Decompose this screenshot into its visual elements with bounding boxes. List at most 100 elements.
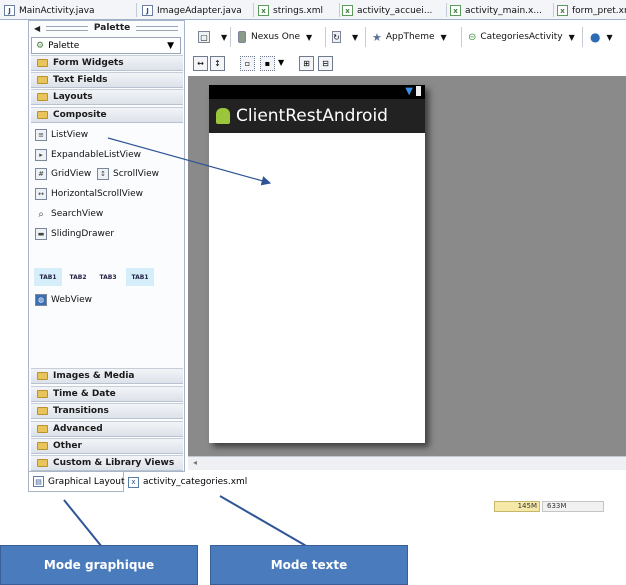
editor-tab-imageadapter[interactable]: J ImageAdapter.java [142, 2, 254, 19]
widget-searchview[interactable]: ⌕ SearchView [35, 208, 103, 220]
device-label: Nexus One [251, 32, 301, 42]
tab-separator [553, 3, 554, 17]
tab-xml-source[interactable]: x activity_categories.xml [124, 472, 247, 492]
canvas-horizontal-scrollbar[interactable]: ◂ [188, 456, 626, 470]
widget-label: GridView [51, 169, 92, 179]
callout-mode-graphique: Mode graphique [0, 545, 198, 585]
category-form-widgets[interactable]: Form Widgets [31, 55, 183, 71]
widget-tabhost-tab1[interactable]: TAB1 [34, 268, 62, 286]
clear-weights-button[interactable]: ⊟ [318, 56, 333, 71]
rotate-icon: ↻ [332, 31, 341, 43]
orientation-button[interactable]: ↻ ▼ [332, 29, 358, 45]
layout-canvas[interactable]: ▼ ClientRestAndroid [188, 76, 626, 456]
palette-panel: ◀ Palette ⚙ Palette ▼ Form Widgets Text … [28, 20, 185, 472]
chevron-down-icon: ▼ [167, 41, 174, 51]
toggle-height-button[interactable]: ↕ [210, 56, 225, 71]
chevron-down-icon[interactable]: ▼ [278, 58, 284, 67]
category-advanced[interactable]: Advanced [31, 421, 183, 437]
widget-scrollview[interactable]: ↕ ScrollView [97, 168, 159, 180]
widget-slidingdrawer[interactable]: ▬ SlidingDrawer [35, 228, 114, 240]
collapse-arrow-icon[interactable]: ◀ [34, 24, 40, 33]
editor-tab-mainactivity[interactable]: J MainActivity.java [4, 2, 134, 19]
scroll-left-arrow-icon[interactable]: ◂ [193, 458, 197, 467]
category-label: Form Widgets [53, 58, 124, 68]
palette-mode-select[interactable]: ⚙ Palette ▼ [31, 37, 181, 54]
widget-label: ScrollView [113, 169, 160, 179]
chevron-down-icon: ▼ [606, 32, 613, 42]
android-app-icon [216, 108, 230, 124]
editor-tab-activity-accueil[interactable]: x activity_accuei... [342, 2, 440, 19]
widget-tabwidget-tab1[interactable]: TAB1 [126, 268, 154, 286]
phone-icon [238, 31, 246, 43]
category-label: Custom & Library Views [53, 458, 175, 468]
widget-tabhost-tab3[interactable]: TAB3 [94, 268, 122, 286]
widget-label: SearchView [51, 209, 104, 219]
toolbar-separator [461, 27, 462, 47]
search-icon: ⌕ [38, 208, 44, 220]
toolbar-separator [325, 27, 326, 47]
category-label: Layouts [53, 92, 93, 102]
widget-tabhost-tab2[interactable]: TAB2 [64, 268, 92, 286]
toolbar-separator [582, 27, 583, 47]
activity-selector[interactable]: ⊝ CategoriesActivity ▼ [468, 29, 575, 45]
globe-icon: ● [590, 30, 601, 44]
palette-header: ◀ Palette [29, 21, 184, 35]
palette-select-value: Palette [48, 40, 80, 51]
folder-icon [37, 111, 48, 119]
category-other[interactable]: Other [31, 438, 183, 454]
category-layouts[interactable]: Layouts [31, 89, 183, 105]
category-custom-library-views[interactable]: Custom & Library Views [31, 455, 183, 471]
callout-label: Mode graphique [43, 558, 155, 572]
gravity-button[interactable]: ▪ [260, 56, 275, 71]
editor-tab-activity-main[interactable]: x activity_main.x... [450, 2, 548, 19]
clear-weights-icon: ⊟ [322, 59, 329, 68]
widget-horizontalscrollview[interactable]: ↔ HorizontalScrollView [35, 188, 143, 200]
grid-icon: # [35, 168, 47, 180]
category-text-fields[interactable]: Text Fields [31, 72, 183, 88]
callout-label: Mode texte [270, 558, 348, 572]
theme-selector[interactable]: ★ AppTheme ▼ [372, 29, 447, 45]
widget-label: ListView [51, 130, 89, 140]
horizontal-scroll-icon: ↔ [35, 188, 47, 200]
drag-handle[interactable] [46, 25, 88, 31]
device-screen-preview[interactable]: ▼ ClientRestAndroid [209, 85, 425, 443]
toolbar-separator [365, 27, 366, 47]
widget-listview[interactable]: ≡ ListView [35, 129, 88, 141]
height-icon: ↕ [214, 59, 221, 68]
wifi-icon: ▼ [405, 86, 413, 97]
tab-graphical-layout[interactable]: ▤ Graphical Layout [28, 472, 125, 492]
editor-tab-label: activity_main.x... [465, 5, 542, 16]
layout-toolbar: ▢ ▼ Nexus One ▼ ↻ ▼ ★ AppTheme ▼ ⊝ Categ… [188, 22, 626, 52]
category-time-date[interactable]: Time & Date [31, 386, 183, 402]
device-selector[interactable]: Nexus One ▼ [238, 29, 312, 45]
tab-separator [446, 3, 447, 17]
expandable-list-icon: ▸ [35, 149, 47, 161]
distribute-weights-button[interactable]: ⊞ [299, 56, 314, 71]
xml-file-icon: x [128, 476, 139, 488]
category-transitions[interactable]: Transitions [31, 403, 183, 419]
gear-icon: ⚙ [36, 40, 45, 51]
folder-icon [37, 425, 48, 433]
category-label: Composite [53, 110, 107, 120]
editor-tab-label: form_pret.xm [572, 5, 626, 16]
heap-status: 145M 633M [494, 501, 626, 512]
editor-tab-strings[interactable]: x strings.xml [258, 2, 338, 19]
drag-handle[interactable] [136, 25, 179, 31]
category-images-media[interactable]: Images & Media [31, 368, 183, 384]
layout-actions-toolbar: ↔ ↕ ▫ ▪ ▼ ⊞ ⊟ [188, 54, 368, 74]
xml-file-icon: x [342, 5, 353, 16]
toggle-width-button[interactable]: ↔ [193, 56, 208, 71]
widget-gridview[interactable]: # GridView [35, 168, 91, 180]
widget-webview[interactable]: ◍ WebView [35, 294, 92, 306]
category-composite[interactable]: Composite [31, 107, 183, 123]
editor-tab-form-pret[interactable]: x form_pret.xm [557, 2, 626, 19]
editor-tab-label: strings.xml [273, 5, 323, 16]
config-chooser-button[interactable]: ▢ ▼ [198, 29, 227, 45]
folder-icon [37, 76, 48, 84]
config-icon: ▢ [198, 31, 210, 43]
locale-selector[interactable]: ● ▼ [590, 29, 613, 45]
margins-button[interactable]: ▫ [240, 56, 255, 71]
widget-expandablelistview[interactable]: ▸ ExpandableListView [35, 149, 141, 161]
palette-title: Palette [93, 23, 131, 33]
folder-icon [37, 59, 48, 67]
